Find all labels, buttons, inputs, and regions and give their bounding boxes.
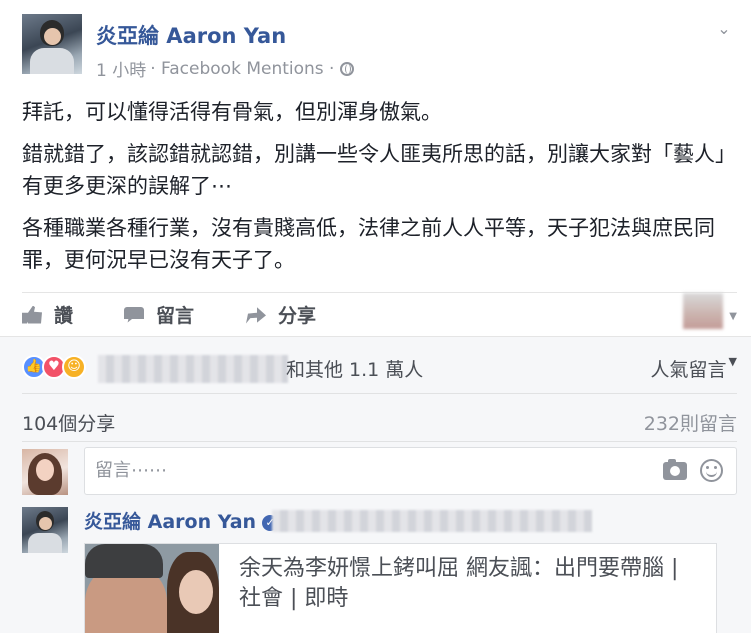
top-comments-dropdown[interactable]: 人氣留言 ▼ [651, 355, 737, 382]
reaction-summary[interactable]: 和其他 1.1 萬人 [286, 355, 423, 382]
page-selector-avatar[interactable] [683, 293, 723, 329]
post-text: 拜託，可以懂得活得有骨氣，但別渾身傲氣。 錯就錯了，該認錯就認錯，別講一些令人匪… [22, 96, 737, 286]
comment-composer: 留言⋯⋯ [22, 447, 737, 497]
like-button[interactable]: 讚 [22, 301, 73, 328]
comment-button[interactable]: 留言 [124, 301, 194, 328]
share-count[interactable]: 104個分享 [22, 409, 115, 436]
comment-icon [124, 306, 144, 323]
like-label: 讚 [54, 305, 74, 327]
commenter-name[interactable]: 炎亞綸 Aaron Yan ✓ [84, 507, 279, 534]
post-source[interactable]: · Facebook Mentions · [150, 59, 334, 79]
globe-icon [340, 61, 355, 76]
comment-item: 炎亞綸 Aaron Yan ✓ 余天為李妍憬上銬叫屈 網友諷：出門要帶腦 | 社會… [22, 507, 737, 633]
caret-down-icon: ▼ [728, 355, 737, 368]
haha-reaction-icon[interactable]: ☺ [62, 355, 86, 379]
thumbs-up-icon [22, 305, 42, 324]
post-timestamp[interactable]: 1 小時 [96, 56, 146, 81]
feedback-section: 👍 ♥ ☺ 和其他 1.1 萬人 人氣留言 ▼ 104個分享 232則留言 留言⋯… [0, 336, 751, 633]
divider [22, 393, 737, 394]
post-paragraph: 拜託，可以懂得活得有骨氣，但別渾身傲氣。 [22, 100, 442, 124]
post-paragraph: 各種職業各種行業，沒有貴賤高低，法律之前人人平等，天子犯法與庶民同罪，更何況早已… [22, 216, 715, 272]
reactions-row: 👍 ♥ ☺ 和其他 1.1 萬人 人氣留言 ▼ [22, 347, 737, 387]
link-preview-card[interactable]: 余天為李妍憬上銬叫屈 網友諷：出門要帶腦 | 社會 | 即時 [84, 543, 717, 633]
commenter-name-text: 炎亞綸 Aaron Yan [84, 511, 257, 533]
share-button[interactable]: 分享 [246, 301, 316, 328]
author-avatar[interactable] [22, 14, 82, 74]
viewer-avatar[interactable] [22, 449, 68, 495]
caret-down-icon[interactable]: ▼ [729, 311, 737, 322]
emoji-icon[interactable] [700, 459, 723, 482]
camera-icon[interactable] [663, 459, 687, 480]
top-comments-label: 人氣留言 [650, 359, 727, 381]
share-icon [246, 307, 266, 324]
link-title[interactable]: 余天為李妍憬上銬叫屈 網友諷：出門要帶腦 | 社會 | 即時 [239, 554, 699, 614]
post-meta: 1 小時 · Facebook Mentions · [96, 56, 355, 81]
link-thumbnail [85, 544, 219, 633]
post-author-name[interactable]: 炎亞綸 Aaron Yan [96, 20, 286, 50]
post-header: 炎亞綸 Aaron Yan 1 小時 · Facebook Mentions ·… [22, 14, 737, 84]
comment-label: 留言 [156, 305, 195, 327]
comment-input[interactable]: 留言⋯⋯ [84, 447, 737, 495]
reactor-names-redacted [98, 355, 288, 383]
divider [22, 441, 737, 442]
chevron-down-icon[interactable]: ⌄ [715, 20, 733, 38]
comment-count[interactable]: 232則留言 [644, 409, 737, 436]
comment-text-redacted [272, 510, 592, 532]
post-paragraph: 錯就錯了，該認錯就認錯，別講一些令人匪夷所思的話，別讓大家對「藝人」有更多更深的… [22, 142, 736, 198]
post-action-bar: 讚 留言 分享 ▼ [22, 292, 737, 334]
share-label: 分享 [278, 305, 317, 327]
commenter-avatar[interactable] [22, 507, 68, 553]
